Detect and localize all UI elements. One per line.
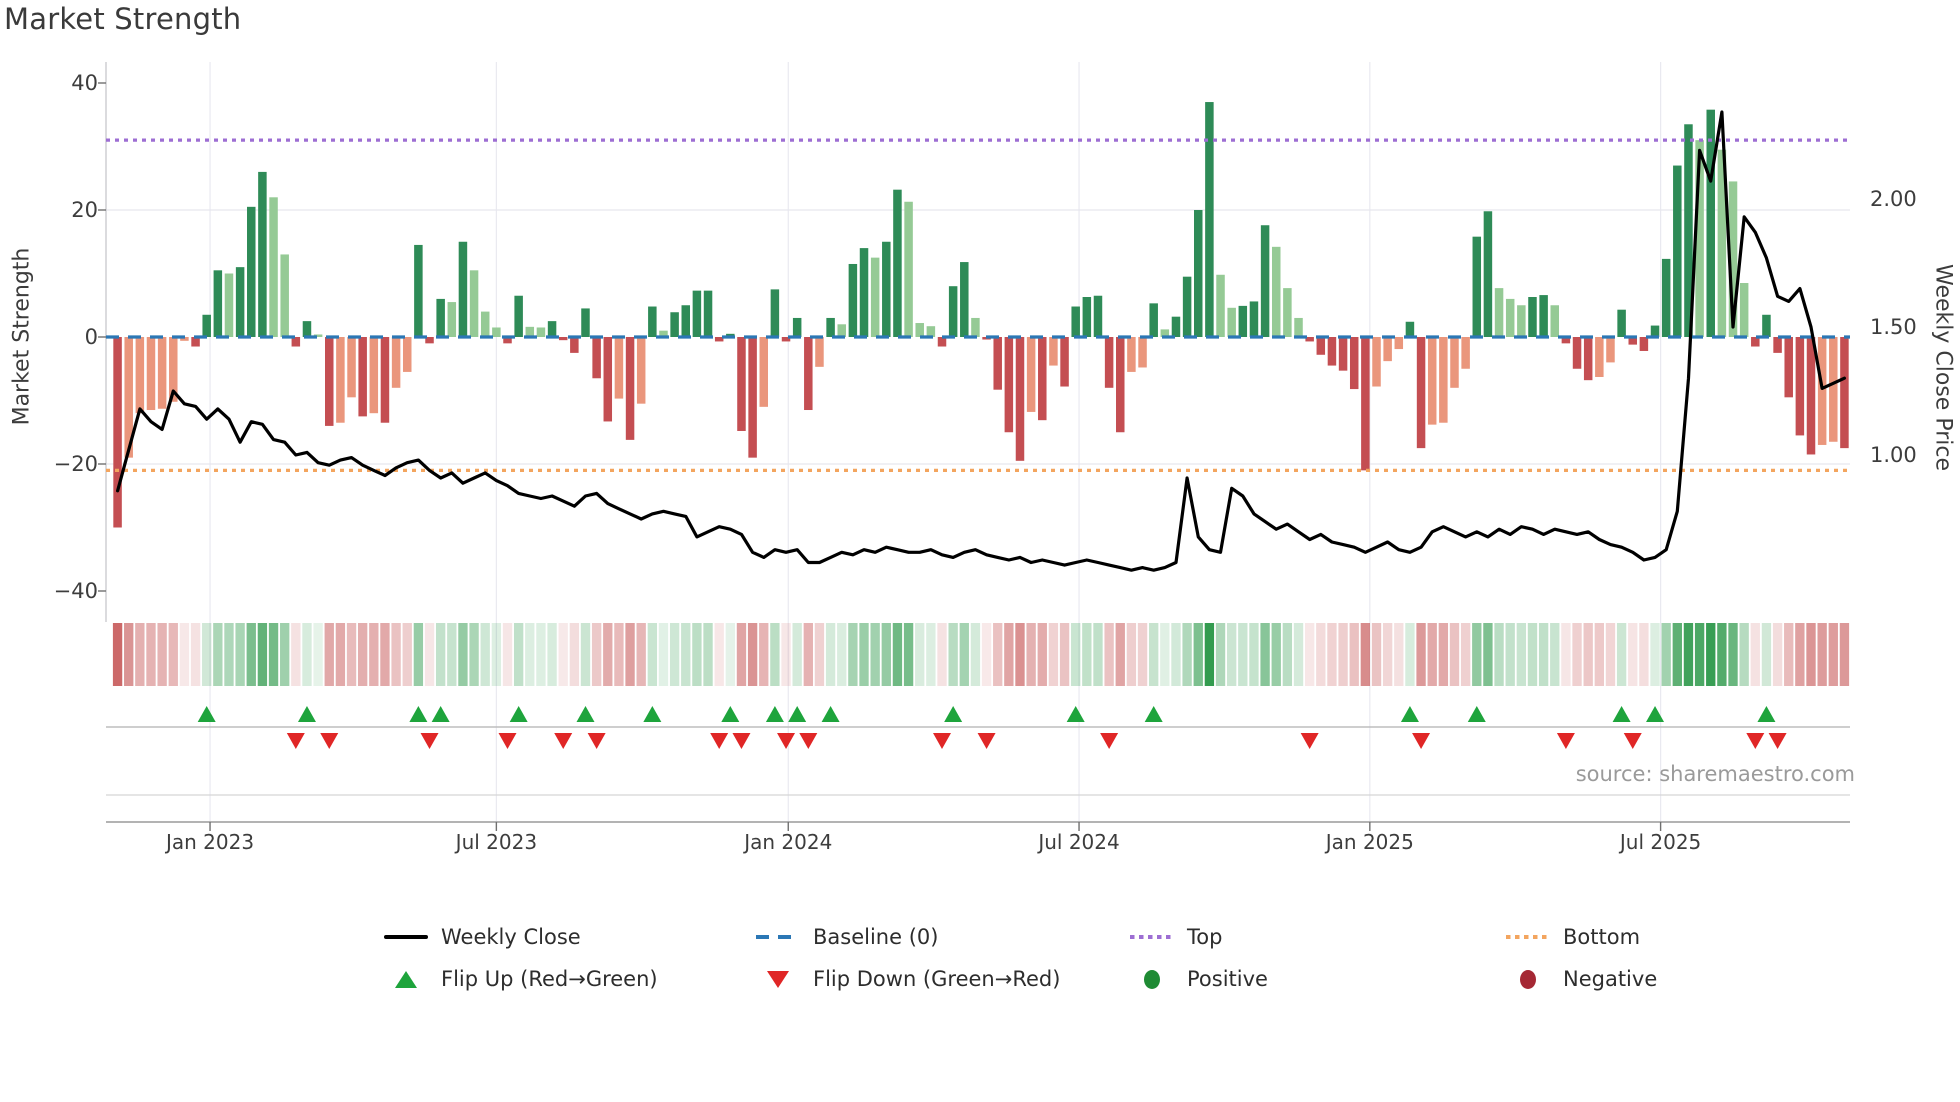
left-tick-neg20: −20: [53, 452, 98, 476]
positive-dot-icon: [1129, 968, 1175, 990]
legend-item-baseline: Baseline (0): [755, 925, 1129, 949]
x-tick-jul-2023: Jul 2023: [455, 830, 538, 854]
legend-item-flip-down: Flip Down (Green→Red): [755, 967, 1129, 991]
x-tick-jul-2025: Jul 2025: [1619, 830, 1702, 854]
legend-item-bottom: Bottom: [1505, 925, 1845, 949]
left-tick-neg40: −40: [53, 579, 98, 603]
legend-item-negative: Negative: [1505, 967, 1845, 991]
legend-label: Top: [1187, 925, 1223, 949]
legend-label: Flip Up (Red→Green): [441, 967, 658, 991]
source-credit: source: sharemaestro.com: [1575, 762, 1855, 786]
legend-label: Weekly Close: [441, 925, 581, 949]
flip-down-markers: [286, 733, 1787, 749]
legend-item-positive: Positive: [1129, 967, 1505, 991]
x-tick-jul-2024: Jul 2024: [1038, 830, 1120, 854]
legend-label: Bottom: [1563, 925, 1641, 949]
legend-label: Flip Down (Green→Red): [813, 967, 1061, 991]
strength-heatmap-strip: [112, 623, 1850, 686]
weekly-close-line-icon: [383, 926, 429, 948]
right-tick-100: 1.00: [1870, 443, 1917, 467]
flip-up-markers: [197, 706, 1776, 722]
baseline-dash-icon: [755, 926, 801, 948]
x-tick-jan-2024: Jan 2024: [744, 830, 833, 854]
left-tick-0: 0: [84, 325, 98, 349]
x-tick-jan-2025: Jan 2025: [1325, 830, 1414, 854]
right-tick-150: 1.50: [1870, 315, 1917, 339]
chart-title: Market Strength: [4, 2, 242, 36]
legend-label: Positive: [1187, 967, 1268, 991]
legend-label: Baseline (0): [813, 925, 939, 949]
legend-item-flip-up: Flip Up (Red→Green): [383, 967, 755, 991]
legend-item-top: Top: [1129, 925, 1505, 949]
bottom-axis: [98, 82, 1850, 831]
top-dots-icon: [1129, 926, 1175, 948]
left-tick-40: 40: [71, 71, 98, 95]
negative-dot-icon: [1505, 968, 1551, 990]
flip-up-triangle-icon: [383, 968, 429, 990]
legend-item-weekly-close: Weekly Close: [383, 925, 755, 949]
bottom-dots-icon: [1505, 926, 1551, 948]
flip-down-triangle-icon: [755, 968, 801, 990]
left-tick-20: 20: [71, 198, 98, 222]
market-strength-dashboard: Market Strength Market Strength Weekly C…: [0, 0, 1960, 1102]
x-tick-jan-2023: Jan 2023: [165, 830, 255, 854]
chart-legend: Weekly Close Baseline (0) Top Bottom Fli…: [383, 916, 1845, 1000]
legend-label: Negative: [1563, 967, 1658, 991]
gridlines: [106, 62, 1850, 822]
right-tick-200: 2.00: [1870, 187, 1917, 211]
